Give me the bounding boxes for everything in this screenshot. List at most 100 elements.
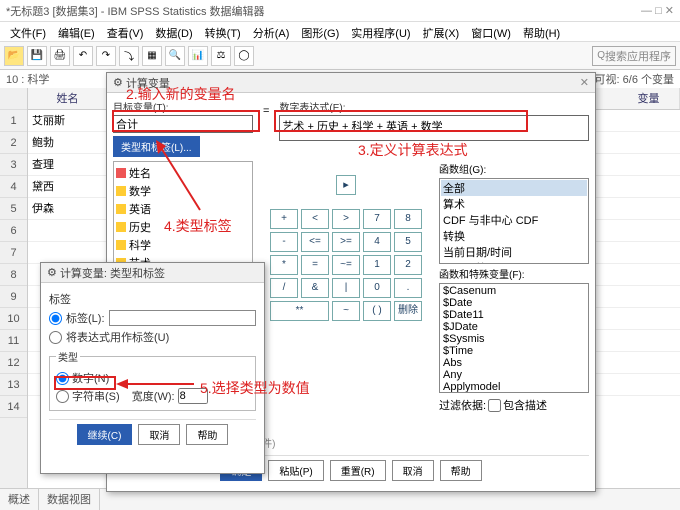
cell-name[interactable]: 鲍勃	[28, 132, 108, 153]
target-input[interactable]	[113, 115, 253, 133]
move-right-button[interactable]: ▸	[336, 175, 356, 195]
search-box[interactable]: Q 搜索应用程序	[592, 46, 676, 66]
menu-utilities[interactable]: 实用程序(U)	[347, 24, 414, 39]
gear-icon: ⚙	[47, 266, 57, 279]
open-icon[interactable]: 📂	[4, 46, 24, 66]
numeric-radio[interactable]	[56, 372, 69, 385]
cell-name[interactable]: 伊森	[28, 198, 108, 219]
menu-transform[interactable]: 转换(T)	[201, 24, 245, 39]
key[interactable]: 4	[363, 232, 391, 252]
continue-button[interactable]: 继续(C)	[77, 424, 133, 445]
redo-icon[interactable]: ↷	[96, 46, 116, 66]
key[interactable]: **	[270, 301, 329, 321]
func-vars-list[interactable]: $Casenum$Date$Date11$JDate$Sysmis$TimeAb…	[439, 283, 589, 393]
window-title: *无标题3 [数据集3] - IBM SPSS Statistics 数据编辑器	[6, 3, 265, 19]
gear-icon: ⚙	[113, 76, 123, 89]
nominal-icon	[116, 168, 126, 178]
key[interactable]: ( )	[363, 301, 391, 321]
help-button[interactable]: 帮助	[440, 460, 482, 481]
key-delete[interactable]: 删除	[394, 301, 422, 321]
menu-view[interactable]: 查看(V)	[103, 24, 148, 39]
var-item: 英语	[116, 200, 250, 218]
col-var[interactable]: 变量	[618, 88, 680, 109]
var-item: 科学	[116, 236, 250, 254]
key[interactable]: .	[394, 278, 422, 298]
menu-edit[interactable]: 编辑(E)	[54, 24, 99, 39]
cell-name[interactable]: 查理	[28, 154, 108, 175]
menu-extensions[interactable]: 扩展(X)	[419, 24, 464, 39]
string-radio[interactable]	[56, 390, 69, 403]
help-button[interactable]: 帮助	[186, 424, 228, 445]
col-name[interactable]: 姓名	[28, 88, 108, 109]
cancel-button[interactable]: 取消	[138, 424, 180, 445]
menubar: 文件(F) 编辑(E) 查看(V) 数据(D) 转换(T) 分析(A) 图形(G…	[0, 22, 680, 42]
key[interactable]: 8	[394, 209, 422, 229]
func-group-label: 函数组(G):	[439, 161, 589, 176]
cell-name[interactable]: 艾丽斯	[28, 110, 108, 131]
window-titlebar: *无标题3 [数据集3] - IBM SPSS Statistics 数据编辑器…	[0, 0, 680, 22]
key[interactable]: 0	[363, 278, 391, 298]
menu-data[interactable]: 数据(D)	[151, 24, 196, 39]
var-item: 历史	[116, 218, 250, 236]
undo-icon[interactable]: ↶	[73, 46, 93, 66]
key[interactable]: -	[270, 232, 298, 252]
type-titlebar[interactable]: ⚙ 计算变量: 类型和标签	[41, 263, 264, 283]
close-icon[interactable]: ✕	[580, 76, 589, 89]
key[interactable]: =	[301, 255, 329, 275]
key[interactable]: &	[301, 278, 329, 298]
compute-titlebar[interactable]: ⚙ 计算变量 ✕	[107, 73, 595, 93]
func-vars-label: 函数和特殊变量(F):	[439, 266, 589, 281]
label-radio[interactable]	[49, 312, 62, 325]
tab-overview[interactable]: 概述	[0, 489, 39, 510]
key[interactable]: >	[332, 209, 360, 229]
menu-help[interactable]: 帮助(H)	[519, 24, 564, 39]
key[interactable]: *	[270, 255, 298, 275]
type-label-button[interactable]: 类型和标签(L)...	[113, 136, 200, 157]
key[interactable]: +	[270, 209, 298, 229]
menu-file[interactable]: 文件(F)	[6, 24, 50, 39]
key[interactable]: |	[332, 278, 360, 298]
reset-button[interactable]: 重置(R)	[330, 460, 386, 481]
filter-checkbox[interactable]	[488, 399, 501, 412]
window-controls[interactable]: — □ ✕	[641, 4, 674, 17]
weight-icon[interactable]: ⚖	[211, 46, 231, 66]
tab-dataview[interactable]: 数据视图	[39, 489, 100, 510]
cell-name[interactable]	[28, 242, 108, 263]
scale-icon	[116, 186, 126, 196]
vars-icon[interactable]: ▦	[142, 46, 162, 66]
search-placeholder: 搜索应用程序	[605, 48, 671, 64]
scale-icon	[116, 204, 126, 214]
key[interactable]: 7	[363, 209, 391, 229]
width-input[interactable]	[178, 388, 208, 404]
key[interactable]: 1	[363, 255, 391, 275]
var-item: 姓名	[116, 164, 250, 182]
func-group-list[interactable]: 全部 算术 CDF 与非中心 CDF 转换 当前日期/时间 日期运算 日期创建	[439, 178, 589, 264]
key[interactable]: ~	[332, 301, 360, 321]
menu-analyze[interactable]: 分析(A)	[249, 24, 294, 39]
expression-input[interactable]: 艺术 + 历史 + 科学 + 英语 + 数学	[279, 115, 589, 141]
scale-icon	[116, 222, 126, 232]
save-icon[interactable]: 💾	[27, 46, 47, 66]
menu-window[interactable]: 窗口(W)	[467, 24, 515, 39]
cell-name[interactable]	[28, 220, 108, 241]
cell-name[interactable]: 黛西	[28, 176, 108, 197]
key[interactable]: 2	[394, 255, 422, 275]
paste-button[interactable]: 粘贴(P)	[268, 460, 323, 481]
menu-graphs[interactable]: 图形(G)	[297, 24, 343, 39]
status-left: 10 : 科学	[6, 71, 49, 87]
chart-icon[interactable]: 📊	[188, 46, 208, 66]
key[interactable]: /	[270, 278, 298, 298]
goto-icon[interactable]: ⤵	[119, 46, 139, 66]
find-icon[interactable]: 🔍	[165, 46, 185, 66]
key[interactable]: 5	[394, 232, 422, 252]
key[interactable]: <=	[301, 232, 329, 252]
key[interactable]: >=	[332, 232, 360, 252]
expr-as-label-radio[interactable]	[49, 331, 62, 344]
label-input[interactable]	[109, 310, 257, 326]
key[interactable]: ~=	[332, 255, 360, 275]
cancel-button[interactable]: 取消	[392, 460, 434, 481]
scale-icon	[116, 240, 126, 250]
key[interactable]: <	[301, 209, 329, 229]
select-icon[interactable]: ◯	[234, 46, 254, 66]
print-icon[interactable]: 🖨	[50, 46, 70, 66]
